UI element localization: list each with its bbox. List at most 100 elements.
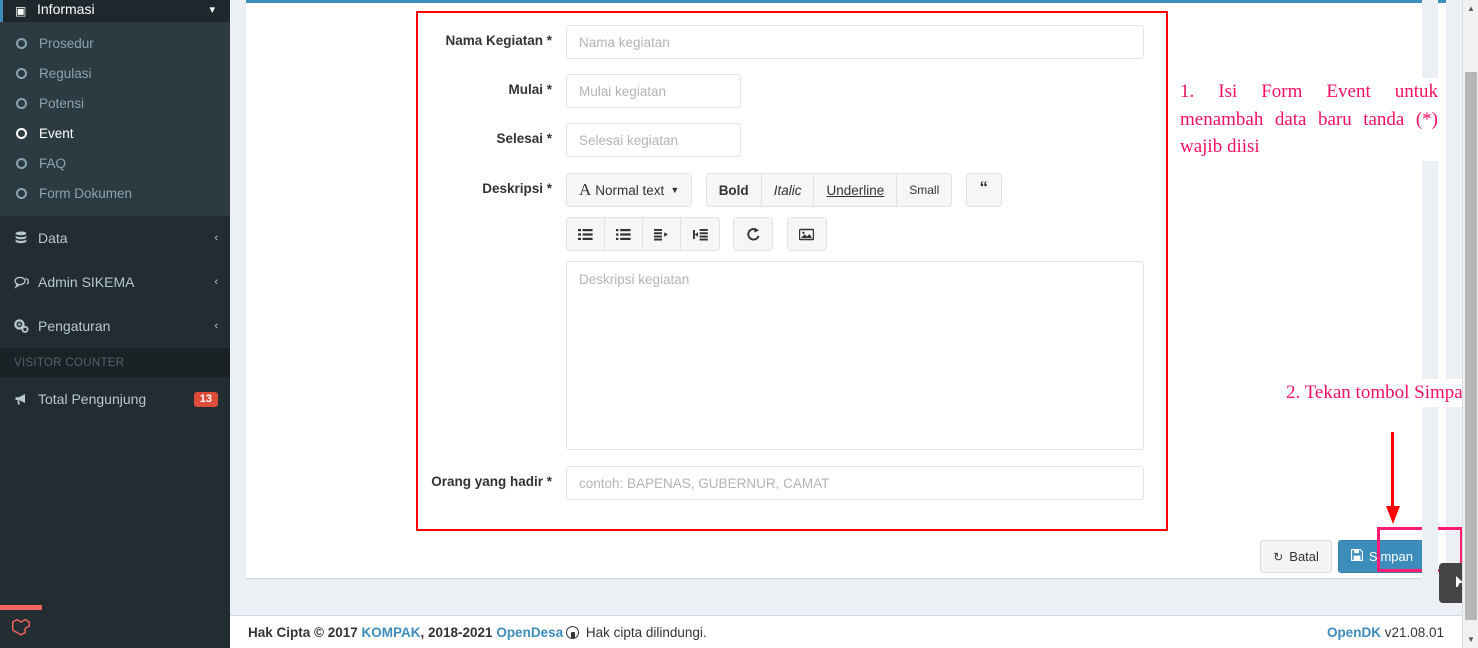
footer-brand: OpenDK (1327, 625, 1381, 640)
chevron-down-icon: ▾ (209, 3, 215, 16)
label-orang-hadir: Orang yang hadir * (418, 466, 566, 489)
page-footer: Hak Cipta © 2017 KOMPAK, 2018-2021 OpenD… (230, 615, 1462, 648)
small-button[interactable]: Small (897, 174, 951, 206)
sidebar-item-label: Regulasi (39, 66, 92, 81)
underline-button[interactable]: Underline (814, 174, 897, 206)
image-icon[interactable] (788, 218, 826, 250)
sidebar-item-informasi[interactable]: ▣ Informasi ▾ (0, 0, 230, 22)
sidebar-item-label: Pengaturan (38, 318, 214, 334)
footer-copyright-prefix: Hak Cipta © 2017 (248, 625, 362, 640)
sidebar-item-label: Form Dokumen (39, 186, 132, 201)
form-row-selesai: Selesai * Selesai kegiatan (418, 123, 1166, 157)
sidebar-item-event[interactable]: Event (0, 118, 230, 148)
list-indent-group (566, 217, 720, 251)
sidebar: ▣ Informasi ▾ Prosedur Regulasi Potensi … (0, 0, 230, 648)
sidebar-item-form-dokumen[interactable]: Form Dokumen (0, 178, 230, 208)
italic-button[interactable]: Italic (762, 174, 815, 206)
text-style-label: Normal text (595, 183, 664, 198)
github-icon[interactable] (566, 626, 579, 639)
scrollbar-up-arrow-icon[interactable]: ▲ (1463, 0, 1478, 17)
indent-icon[interactable] (643, 218, 681, 250)
arrow-shaft (1391, 432, 1394, 510)
circle-bullet-icon (16, 38, 27, 49)
comments-icon (14, 275, 38, 289)
footer-version-number: v21.08.01 (1381, 625, 1444, 640)
unordered-list-icon[interactable] (567, 218, 605, 250)
footer-version: OpenDK v21.08.01 (1327, 625, 1444, 640)
deskripsi-textarea[interactable]: Deskripsi kegiatan (566, 261, 1144, 450)
arrow-head (1386, 506, 1400, 524)
nama-kegiatan-input[interactable]: Nama kegiatan (566, 25, 1144, 59)
mulai-input[interactable]: Mulai kegiatan (566, 74, 741, 108)
database-icon (14, 231, 38, 245)
form-highlight-box: Nama Kegiatan * Nama kegiatan Mulai * Mu… (416, 11, 1168, 531)
sidebar-item-prosedur[interactable]: Prosedur (0, 28, 230, 58)
sidebar-item-admin-sikema[interactable]: Admin SIKEMA ‹ (0, 260, 230, 304)
footer-link-kompak[interactable]: KOMPAK (362, 625, 421, 640)
selesai-input[interactable]: Selesai kegiatan (566, 123, 741, 157)
info-box-icon: ▣ (15, 4, 35, 18)
link-icon[interactable] (734, 218, 772, 250)
bold-button[interactable]: Bold (707, 174, 762, 206)
scrollbar-down-arrow-icon[interactable]: ▼ (1463, 631, 1478, 648)
footer-copyright: Hak Cipta © 2017 KOMPAK, 2018-2021 OpenD… (248, 625, 1327, 640)
sidebar-item-label: Admin SIKEMA (38, 274, 214, 290)
footer-copyright-middle: , 2018-2021 (421, 625, 497, 640)
text-format-group: Bold Italic Underline Small (706, 173, 953, 207)
active-accent-bar (0, 0, 3, 22)
sidebar-item-pengaturan[interactable]: Pengaturan ‹ (0, 304, 230, 348)
browser-scrollbar[interactable]: ▲ ▼ (1462, 0, 1478, 648)
blockquote-group: “ (966, 173, 1002, 207)
text-style-group: A Normal text ▼ (566, 173, 692, 207)
sidebar-item-label: FAQ (39, 156, 66, 171)
scrollbar-thumb[interactable] (1465, 72, 1477, 620)
sidebar-section-label: VISITOR COUNTER (14, 357, 124, 369)
text-style-dropdown[interactable]: A Normal text ▼ (567, 174, 691, 206)
form-row-orang-hadir: Orang yang hadir * contoh: BAPENAS, GUBE… (418, 466, 1166, 500)
editor-toolbar-row-2 (566, 217, 1166, 251)
form-row-mulai: Mulai * Mulai kegiatan (418, 74, 1166, 108)
batal-button[interactable]: ↻ Batal (1260, 540, 1332, 573)
circle-bullet-icon (16, 188, 27, 199)
caret-down-icon: ▼ (670, 185, 679, 195)
sidebar-item-data[interactable]: Data ‹ (0, 216, 230, 260)
form-row-nama-kegiatan: Nama Kegiatan * Nama kegiatan (418, 25, 1166, 59)
main-content: Nama Kegiatan * Nama kegiatan Mulai * Mu… (230, 0, 1462, 648)
annotation-step-2: 2. Tekan tombol Simpan (1286, 379, 1476, 407)
sidebar-item-label: Prosedur (39, 36, 94, 51)
link-group (733, 217, 773, 251)
chevron-left-icon: ‹ (214, 276, 218, 288)
sidebar-item-total-pengunjung[interactable]: Total Pengunjung 13 (0, 377, 230, 421)
circle-bullet-icon (16, 158, 27, 169)
laravel-glyph-icon (10, 616, 32, 638)
sidebar-item-label: Potensi (39, 96, 84, 111)
visitor-count-badge: 13 (194, 392, 218, 407)
sidebar-item-faq[interactable]: FAQ (0, 148, 230, 178)
sidebar-item-potensi[interactable]: Potensi (0, 88, 230, 118)
sidebar-item-label: Data (38, 230, 214, 246)
footer-link-opendesa[interactable]: OpenDesa (496, 625, 563, 640)
image-group (787, 217, 827, 251)
label-selesai: Selesai * (418, 123, 566, 146)
ordered-list-icon[interactable] (605, 218, 643, 250)
label-mulai: Mulai * (418, 74, 566, 97)
logo-top-bar (0, 605, 42, 610)
laravel-logo (0, 605, 42, 648)
orang-hadir-input[interactable]: contoh: BAPENAS, GUBERNUR, CAMAT (566, 466, 1144, 500)
sidebar-section-visitor-counter: VISITOR COUNTER (0, 348, 230, 377)
sidebar-submenu-informasi: Prosedur Regulasi Potensi Event FAQ Form… (0, 22, 230, 216)
sidebar-item-label: Event (39, 126, 74, 141)
floppy-save-icon (1351, 549, 1363, 564)
sidebar-item-regulasi[interactable]: Regulasi (0, 58, 230, 88)
sidebar-item-label: Informasi (37, 1, 209, 17)
refresh-icon: ↻ (1273, 550, 1283, 564)
circle-bullet-icon (16, 98, 27, 109)
circle-bullet-icon (16, 68, 27, 79)
blockquote-icon[interactable]: “ (967, 174, 1001, 206)
outdent-icon[interactable] (681, 218, 719, 250)
editor-toolbar-row-1: A Normal text ▼ Bold Italic Underline Sm… (566, 173, 1166, 207)
gears-icon (14, 319, 38, 333)
font-a-icon: A (579, 180, 591, 200)
batal-label: Batal (1289, 549, 1319, 564)
sidebar-item-label: Total Pengunjung (38, 391, 194, 407)
